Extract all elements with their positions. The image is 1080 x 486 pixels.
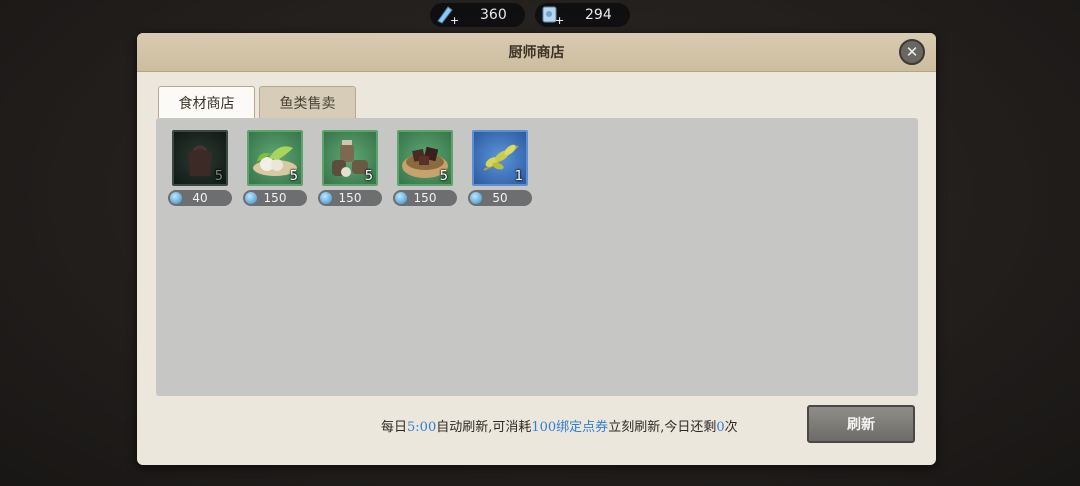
scroll-gem-icon: +: [539, 4, 565, 27]
item-quantity: 5: [439, 169, 448, 184]
close-icon: ✕: [905, 43, 919, 61]
refresh-remaining: 0: [716, 420, 725, 435]
gem-icon: [245, 192, 257, 204]
gem-icon: [395, 192, 407, 204]
gem-icon: [470, 192, 482, 204]
price-value: 150: [413, 191, 437, 205]
item-frame[interactable]: 5: [397, 130, 453, 186]
item-frame[interactable]: 1: [472, 130, 528, 186]
shop-tabs: 食材商店 鱼类售卖: [158, 86, 356, 118]
item-price[interactable]: 50: [468, 190, 532, 206]
item-price[interactable]: 40: [168, 190, 232, 206]
gem-count: 360: [480, 7, 507, 23]
gem-icon: [170, 192, 182, 204]
blue-gem-icon: +: [434, 4, 460, 27]
item-price[interactable]: 150: [393, 190, 457, 206]
item-quantity: 1: [514, 169, 523, 184]
panel-header: 厨师商店: [137, 33, 936, 72]
shop-item[interactable]: 1 50: [468, 130, 532, 210]
item-price[interactable]: 150: [243, 190, 307, 206]
refresh-button[interactable]: 刷新: [807, 405, 915, 443]
refresh-time: 5:00: [407, 420, 437, 435]
info-part: 每日: [381, 420, 408, 435]
price-value: 150: [338, 191, 362, 205]
info-part: 次: [724, 420, 738, 435]
currency-gem[interactable]: + 360: [430, 3, 525, 27]
item-price[interactable]: 150: [318, 190, 382, 206]
shop-item[interactable]: 5 150: [393, 130, 457, 210]
refresh-cost: 100绑定点券: [531, 420, 609, 435]
shop-item[interactable]: 5 150: [318, 130, 382, 210]
gem-icon: [320, 192, 332, 204]
close-button[interactable]: ✕: [899, 39, 925, 65]
price-value: 50: [492, 191, 508, 205]
scroll-count: 294: [585, 7, 612, 23]
svg-text:+: +: [555, 14, 564, 26]
tab-ingredient-shop[interactable]: 食材商店: [158, 86, 255, 118]
svg-text:+: +: [450, 14, 459, 26]
price-value: 150: [263, 191, 287, 205]
item-frame[interactable]: 5: [247, 130, 303, 186]
refresh-label: 刷新: [847, 417, 875, 433]
price-value: 40: [192, 191, 208, 205]
item-grid: 5 40 5 150 5 150 5 150 1 50: [156, 118, 918, 396]
item-frame[interactable]: 5: [172, 130, 228, 186]
shop-item[interactable]: 5 40: [168, 130, 232, 210]
item-quantity: 5: [364, 169, 373, 184]
item-quantity: 5: [289, 169, 298, 184]
info-part: 立刻刷新,今日还剩: [608, 420, 717, 435]
currency-scroll[interactable]: + 294: [535, 3, 630, 27]
panel-title: 厨师商店: [508, 45, 565, 61]
shop-item[interactable]: 5 150: [243, 130, 307, 210]
item-quantity: 5: [214, 169, 223, 184]
info-part: 自动刷新,可消耗: [436, 420, 532, 435]
currency-bar: + 360 + 294: [430, 3, 630, 27]
tab-fish-sale[interactable]: 鱼类售卖: [259, 86, 356, 118]
item-frame[interactable]: 5: [322, 130, 378, 186]
chef-shop-panel: 厨师商店 ✕ 食材商店 鱼类售卖 5 40 5 150 5 150 5 150 …: [137, 33, 936, 465]
refresh-info-text: 每日5:00自动刷新,可消耗100绑定点券立刻刷新,今日还剩0次: [381, 416, 738, 435]
